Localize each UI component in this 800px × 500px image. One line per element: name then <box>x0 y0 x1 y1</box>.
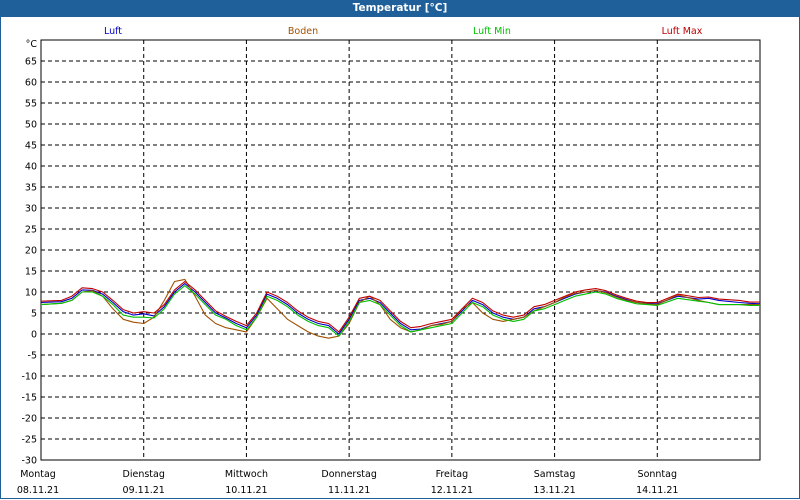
legend-entry: Luft Min <box>473 26 511 37</box>
y-tick-label: 35 <box>25 183 37 194</box>
y-tick-label: 15 <box>25 267 37 278</box>
y-tick-label: 45 <box>25 141 37 152</box>
legend-entry: Boden <box>288 26 318 37</box>
y-tick-label: 5 <box>31 309 37 320</box>
y-tick-label: 60 <box>25 78 37 89</box>
x-tick-date-label: 14.11.21 <box>636 485 678 496</box>
y-tick-label: 20 <box>25 246 37 257</box>
y-tick-label: -5 <box>28 351 37 362</box>
y-tick-label: -15 <box>21 393 37 404</box>
x-tick-date-label: 13.11.21 <box>533 485 575 496</box>
x-tick-day-label: Samstag <box>534 469 576 480</box>
y-axis-unit: °C <box>26 39 38 50</box>
x-tick-date-label: 09.11.21 <box>123 485 165 496</box>
y-tick-label: -30 <box>21 456 37 467</box>
y-tick-label: 40 <box>25 162 37 173</box>
y-tick-label: 65 <box>25 57 37 68</box>
y-tick-label: 55 <box>25 99 37 110</box>
y-tick-label: -10 <box>21 372 37 383</box>
x-tick-day-label: Donnerstag <box>321 469 376 480</box>
x-tick-date-label: 12.11.21 <box>431 485 473 496</box>
y-tick-label: 50 <box>25 120 37 131</box>
x-tick-day-label: Montag <box>20 469 56 480</box>
legend-entry: Luft Max <box>662 26 703 37</box>
y-tick-label: 10 <box>25 288 37 299</box>
y-tick-label: -20 <box>21 414 37 425</box>
x-tick-day-label: Dienstag <box>123 469 165 480</box>
y-tick-label: 30 <box>25 204 37 215</box>
legend-entry: Luft <box>104 26 122 37</box>
x-tick-day-label: Sonntag <box>638 469 677 480</box>
x-tick-date-label: 10.11.21 <box>225 485 267 496</box>
x-tick-date-label: 08.11.21 <box>17 485 59 496</box>
x-tick-day-label: Freitag <box>436 469 469 480</box>
x-tick-date-label: 11.11.21 <box>328 485 370 496</box>
y-tick-label: 0 <box>31 330 37 341</box>
y-tick-label: -25 <box>21 435 37 446</box>
y-tick-label: 25 <box>25 225 37 236</box>
x-tick-day-label: Mittwoch <box>225 469 268 480</box>
temperature-chart: -30 -25 -20 -15 -10 -5 0 5 10 15 20 25 30 35 40 45 50 55 6… <box>17 26 761 496</box>
